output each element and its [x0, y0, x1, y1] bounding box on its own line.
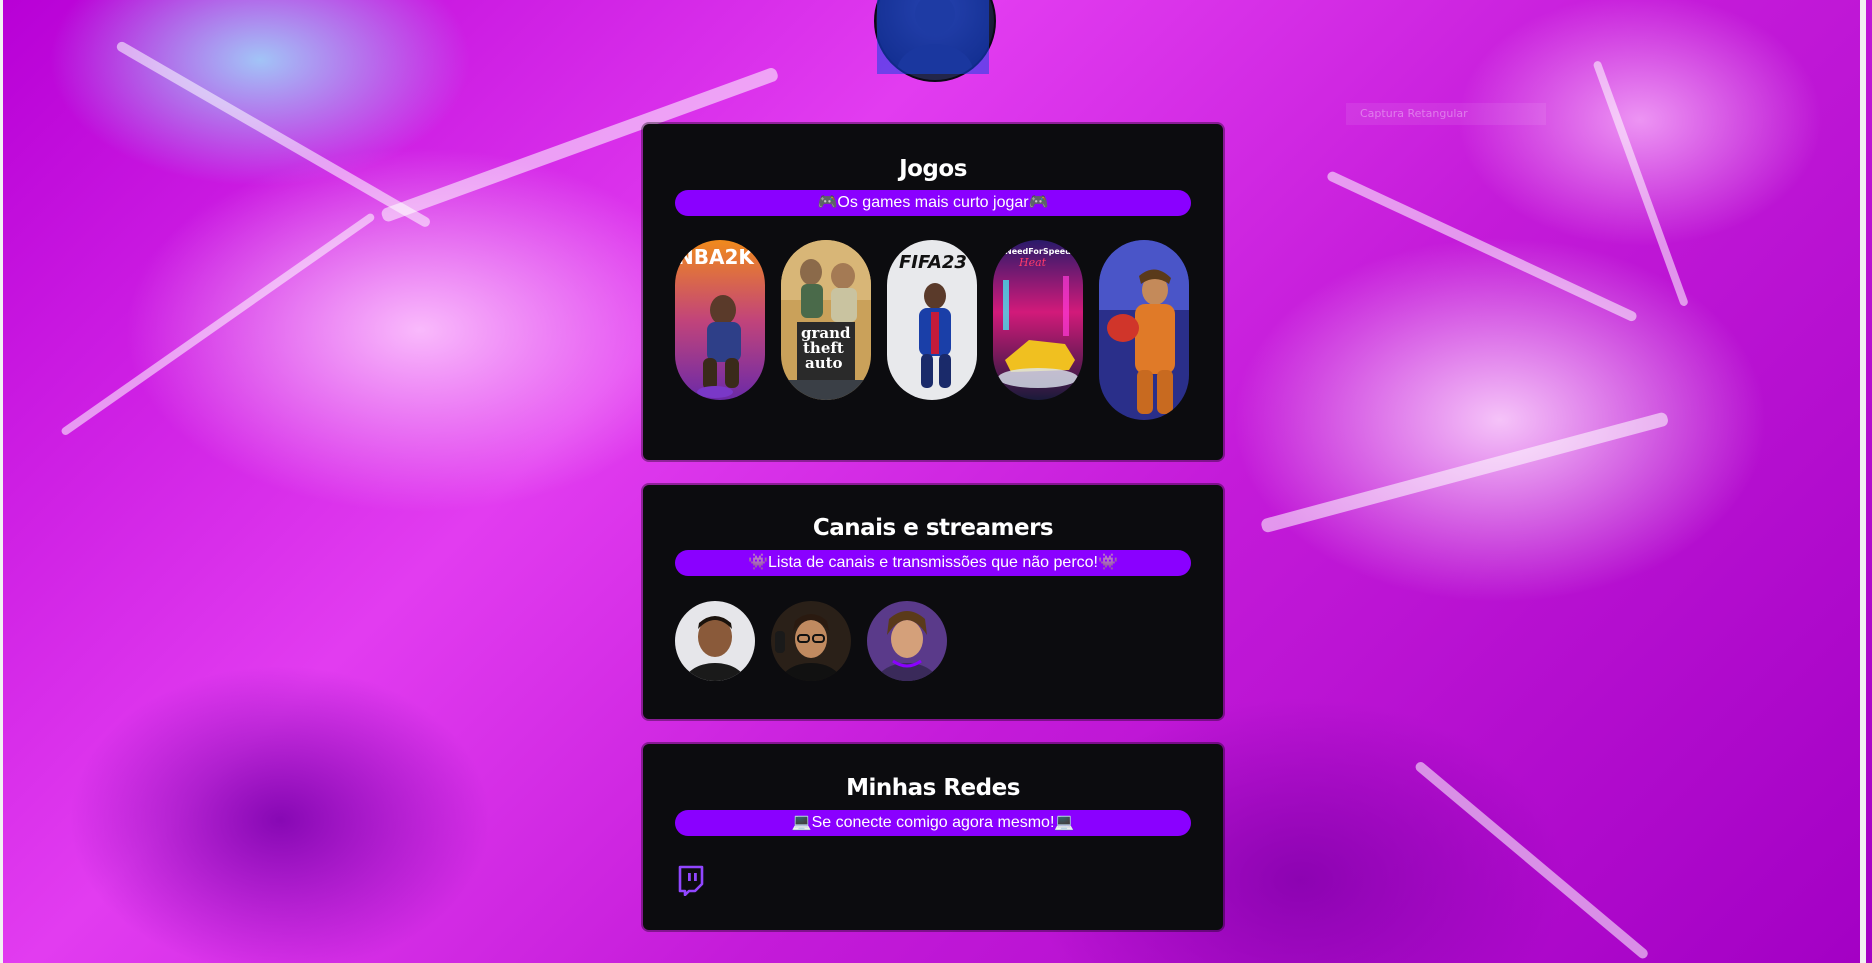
games-subtitle: 🎮Os games mais curto jogar🎮 — [675, 190, 1191, 216]
background-streak — [1592, 60, 1689, 308]
background-streak — [1325, 170, 1639, 323]
channels-card: Canais e streamers 👾Lista de canais e tr… — [643, 485, 1223, 719]
games-title: Jogos — [899, 156, 967, 182]
streamer-avatar-1[interactable] — [675, 601, 755, 681]
social-title: Minhas Redes — [846, 775, 1020, 801]
channels-subtitle: 👾Lista de canais e transmissões que não … — [675, 550, 1191, 576]
streamer-avatar-3[interactable] — [867, 601, 947, 681]
need-for-speed-heat-cover[interactable]: NeedForSpeed Heat — [993, 240, 1083, 400]
nba-2k23-cover[interactable]: NBA2K — [675, 240, 765, 400]
svg-text:auto: auto — [805, 354, 843, 372]
street-fighter-cover[interactable] — [1099, 240, 1189, 420]
fifa-logo-text: FIFA23 — [899, 252, 967, 273]
nba-2k-logo-text: NBA2K — [677, 245, 755, 269]
background-streak — [115, 40, 432, 229]
svg-text:Heat: Heat — [1018, 256, 1047, 269]
channels-title: Canais e streamers — [812, 515, 1054, 541]
social-card: Minhas Redes 💻Se conecte comigo agora me… — [643, 744, 1223, 930]
streamer-avatar-2[interactable] — [771, 601, 851, 681]
gta-v-cover[interactable]: grand theft auto — [781, 240, 871, 400]
fifa-23-cover[interactable]: FIFA23 — [887, 240, 977, 400]
selection-highlight — [877, 0, 989, 74]
screen-capture-label: Captura Retangular — [1346, 103, 1546, 125]
social-subtitle: 💻Se conecte comigo agora mesmo!💻 — [675, 810, 1191, 836]
twitch-icon[interactable] — [677, 864, 705, 897]
nfs-logo-text: NeedForSpeed — [1005, 247, 1071, 256]
background-streak — [60, 212, 376, 437]
background-streak — [1260, 411, 1670, 534]
games-card: Jogos 🎮Os games mais curto jogar🎮 NBA2K — [643, 124, 1223, 460]
background-streak — [1413, 760, 1650, 961]
